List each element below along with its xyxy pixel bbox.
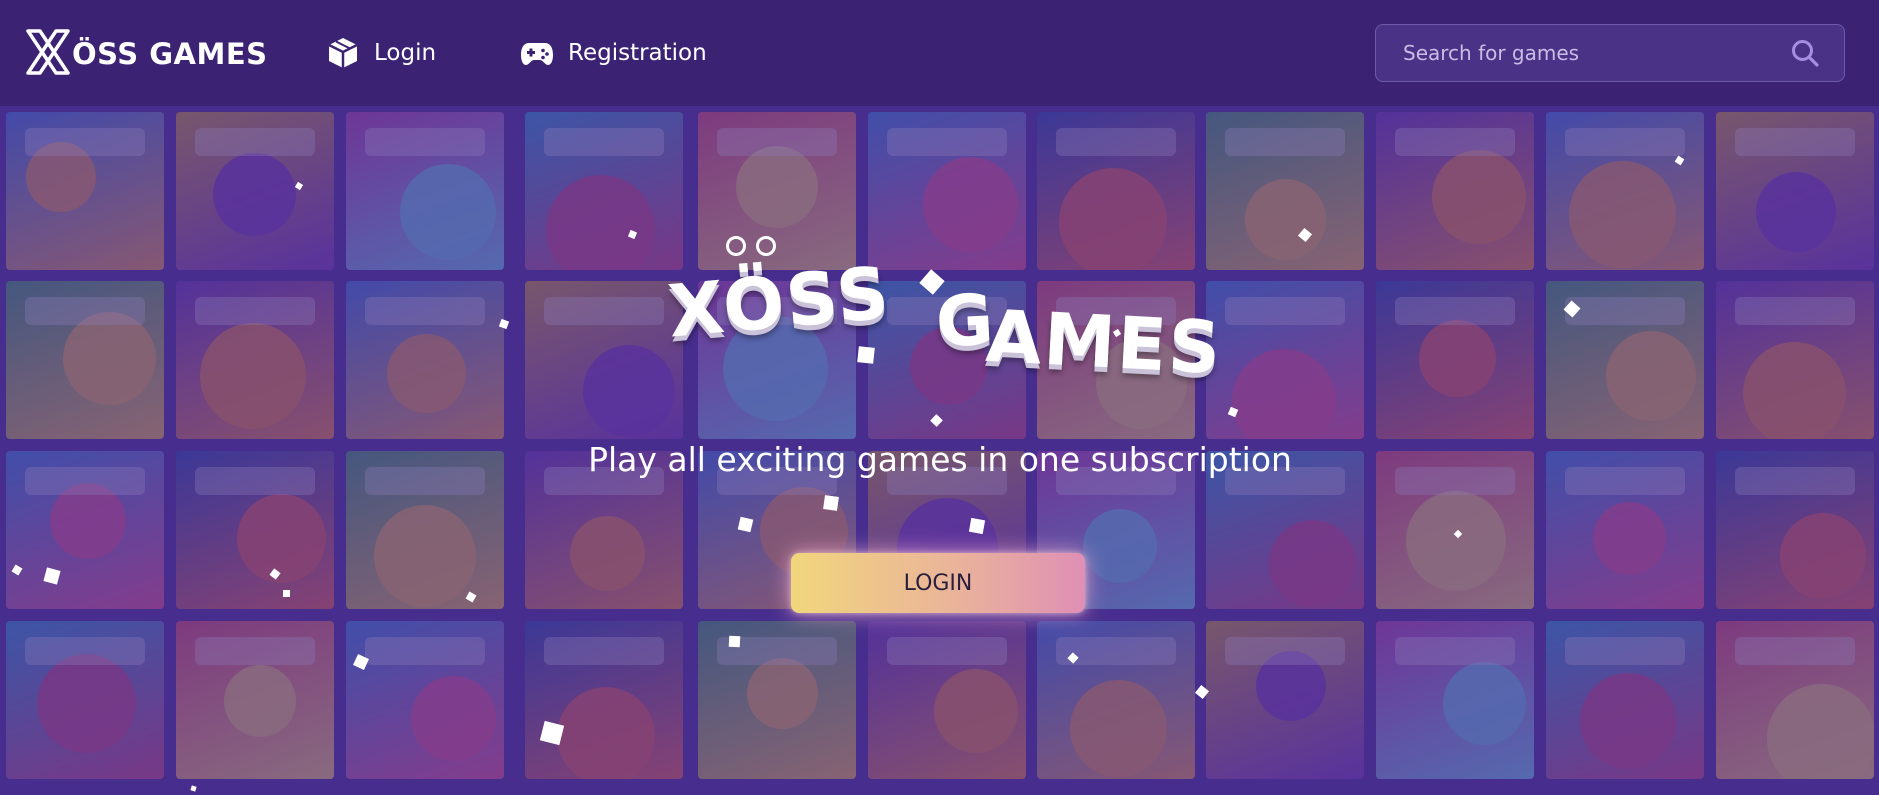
site-logo-text: ÖSS GAMES <box>72 37 268 71</box>
hero-login-button[interactable]: LOGIN <box>791 553 1085 613</box>
nav-login-label: Login <box>374 40 437 66</box>
top-navigation-bar: ÖSS GAMES Login Registration <box>0 0 1879 106</box>
x-logo-icon <box>26 29 70 75</box>
confetti-piece <box>968 517 986 535</box>
hero-title-word-xoss: XÖSS <box>664 250 894 354</box>
cube-icon <box>328 38 358 68</box>
title-umlaut-dot <box>726 236 746 256</box>
hero-title-logo: XÖSS G AMES <box>660 228 1224 408</box>
title-umlaut-dot <box>756 236 776 256</box>
nav-login-link[interactable]: Login <box>326 34 436 72</box>
hero-title-word-ames: AMES <box>983 293 1225 391</box>
nav-registration-label: Registration <box>568 40 707 66</box>
search-icon[interactable] <box>1790 38 1820 68</box>
nav-registration-link[interactable]: Registration <box>520 34 707 72</box>
search-box <box>1375 24 1845 82</box>
gamepad-icon <box>521 43 553 65</box>
hero-tagline: Play all exciting games in one subscript… <box>588 440 1292 479</box>
confetti-piece <box>823 495 839 511</box>
confetti-piece <box>728 635 741 648</box>
confetti-piece <box>282 589 291 598</box>
site-logo[interactable]: ÖSS GAMES <box>26 28 268 76</box>
search-input[interactable] <box>1376 24 1790 82</box>
